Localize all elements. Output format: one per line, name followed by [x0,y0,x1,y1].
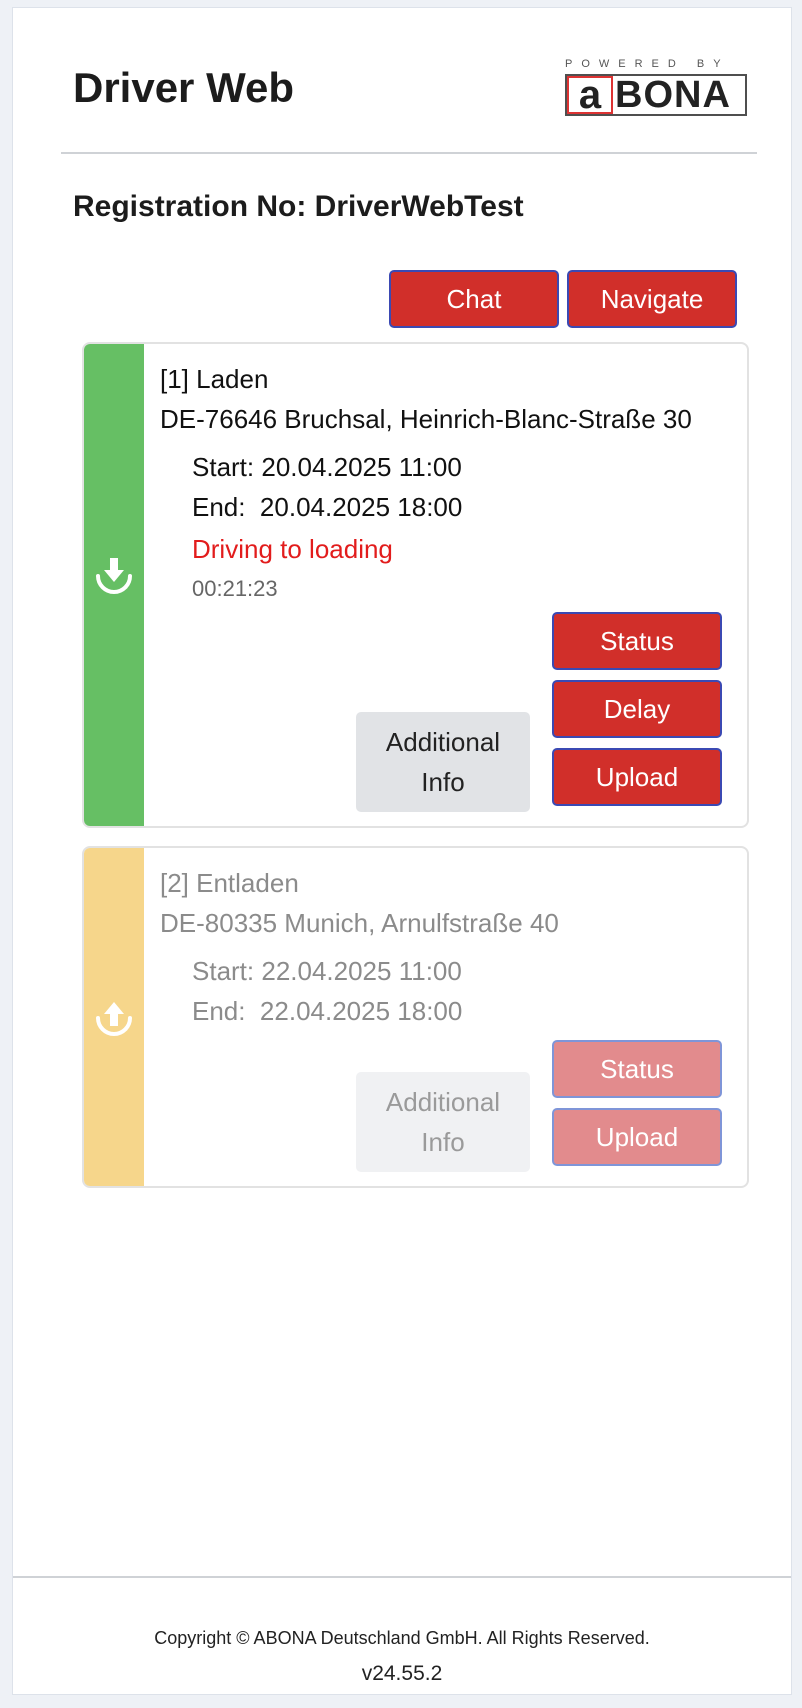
copyright-text: Copyright © ABONA Deutschland GmbH. All … [154,1628,650,1648]
stop-end-time: End: 20.04.2025 18:00 [192,492,463,522]
app-title: Driver Web [73,64,294,111]
logo-tagline: POWERED BY [565,58,730,70]
driver-web-page: Driver Web POWERED BY a BONA Registratio… [12,7,792,1695]
stop-start-time: Start: 20.04.2025 11:00 [192,452,462,482]
stop-title: [1] Laden [160,364,269,394]
navigate-button[interactable]: Navigate [567,270,737,328]
logo-wordmark: BONA [615,74,731,116]
stop-address: DE-80335 Munich, Arnulfstraße 40 [160,908,559,938]
version-text: v24.55.2 [361,1662,443,1685]
stop-start-time: Start: 22.04.2025 11:00 [192,956,462,986]
stop-end-time: End: 22.04.2025 18:00 [192,996,463,1026]
registration-number: Registration No: DriverWebTest [73,190,524,223]
download-icon [96,558,132,594]
stop-timer: 00:21:23 [192,576,278,601]
stop-status-text: Driving to loading [192,534,393,564]
additional-info-button[interactable]: Additional Info [356,712,530,812]
additional-info-button[interactable]: Additional Info [356,1072,530,1172]
upload-button[interactable]: Upload [552,1108,722,1166]
chat-button[interactable]: Chat [389,270,559,328]
abona-logo: POWERED BY a BONA [565,58,751,120]
stop-title: [2] Entladen [160,868,299,898]
status-button[interactable]: Status [552,1040,722,1098]
logo-a-mark: a [567,75,613,115]
stop-type-strip [84,848,144,1186]
header: Driver Web POWERED BY a BONA [61,54,757,154]
footer: Copyright © ABONA Deutschland GmbH. All … [13,1576,791,1685]
stop-address: DE-76646 Bruchsal, Heinrich-Blanc-Straße… [160,404,692,434]
stop-card-loading: [1] Laden DE-76646 Bruchsal, Heinrich-Bl… [82,342,749,828]
delay-button[interactable]: Delay [552,680,722,738]
stop-type-strip [84,344,144,826]
upload-button[interactable]: Upload [552,748,722,806]
stop-card-unloading: [2] Entladen DE-80335 Munich, Arnulfstra… [82,846,749,1188]
upload-icon [96,1002,132,1036]
status-button[interactable]: Status [552,612,722,670]
